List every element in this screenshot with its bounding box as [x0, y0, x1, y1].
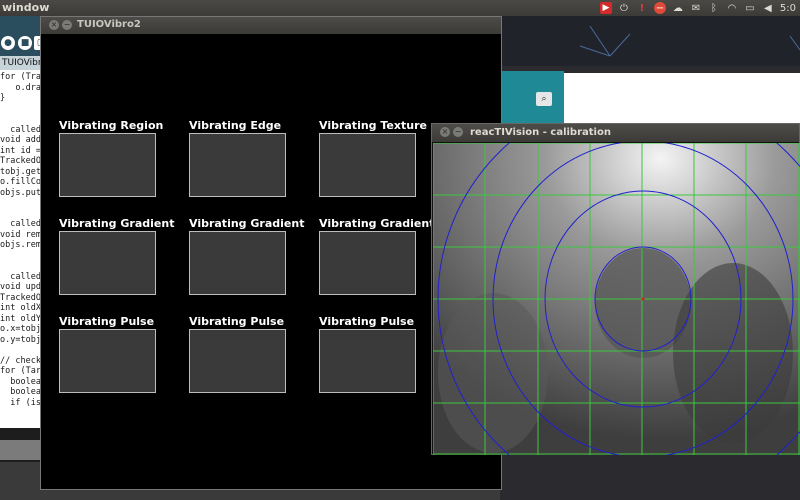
vibration-region-box[interactable]: [189, 231, 286, 295]
region-label: Vibrating Gradient: [59, 217, 175, 230]
minimize-icon[interactable]: −: [453, 127, 463, 137]
camera-calibration-view[interactable]: [433, 143, 800, 455]
window-title: TUIOVibro2: [77, 19, 141, 30]
region-label: Vibrating Pulse: [319, 315, 415, 328]
vibration-region-box[interactable]: [319, 329, 416, 393]
vibration-region-box[interactable]: [189, 329, 286, 393]
calibration-titlebar[interactable]: × − reacTIVision - calibration: [432, 124, 799, 142]
system-tray: ▶ ⏻ ! − ☁ ✉ ᛒ ◠ ▭ ◀ 5:0: [599, 0, 800, 16]
calibration-center-point: [641, 297, 645, 301]
clock[interactable]: 5:0: [780, 3, 796, 14]
camera-subject-hand: [673, 263, 793, 443]
background-teal-panel: [500, 71, 564, 131]
background-white-panel: [564, 73, 800, 127]
calibration-title: reacTIVision - calibration: [470, 127, 611, 138]
calibration-window: × − reacTIVision - calibration: [431, 123, 800, 455]
wifi-icon[interactable]: ◠: [726, 2, 738, 14]
region-label: Vibrating Gradient: [319, 217, 435, 230]
region-label: Vibrating Gradient: [189, 217, 305, 230]
region-label: Vibrating Pulse: [189, 315, 285, 328]
power-icon[interactable]: ⏻: [618, 2, 630, 14]
vibration-region-box[interactable]: [59, 133, 156, 197]
vibration-region-box[interactable]: [59, 329, 156, 393]
tuiovibro-titlebar[interactable]: × − TUIOVibro2: [41, 17, 501, 34]
top-panel: window ▶ ⏻ ! − ☁ ✉ ᛒ ◠ ▭ ◀ 5:0: [0, 0, 800, 16]
active-app-title: window: [2, 1, 50, 14]
search-icon[interactable]: ⌕: [536, 92, 552, 106]
minimize-icon[interactable]: −: [62, 20, 72, 30]
background-network-graphic: [500, 16, 800, 66]
vibration-region-box[interactable]: [59, 231, 156, 295]
mail-icon[interactable]: ✉: [690, 2, 702, 14]
stop-icon[interactable]: ■: [18, 36, 32, 50]
region-label: Vibrating Edge: [189, 119, 282, 132]
network-lines-graphic: [579, 25, 800, 57]
run-icon[interactable]: ●: [1, 36, 15, 50]
volume-icon[interactable]: ◀: [762, 2, 774, 14]
region-label: Vibrating Pulse: [59, 315, 155, 328]
cloud-icon[interactable]: ☁: [672, 2, 684, 14]
vibration-region-box[interactable]: [319, 231, 416, 295]
stop-sign-icon[interactable]: −: [653, 2, 666, 14]
vibration-region-box[interactable]: [189, 133, 286, 197]
alert-icon[interactable]: !: [636, 2, 648, 14]
region-label: Vibrating Region: [59, 119, 164, 132]
camera-subject-arm: [438, 293, 548, 453]
update-icon[interactable]: ▶: [599, 2, 612, 14]
bluetooth-icon[interactable]: ᛒ: [708, 2, 720, 14]
region-label: Vibrating Texture: [319, 119, 427, 132]
close-icon[interactable]: ×: [440, 127, 450, 137]
battery-icon[interactable]: ▭: [744, 2, 756, 14]
close-icon[interactable]: ×: [49, 20, 59, 30]
vibration-region-box[interactable]: [319, 133, 416, 197]
